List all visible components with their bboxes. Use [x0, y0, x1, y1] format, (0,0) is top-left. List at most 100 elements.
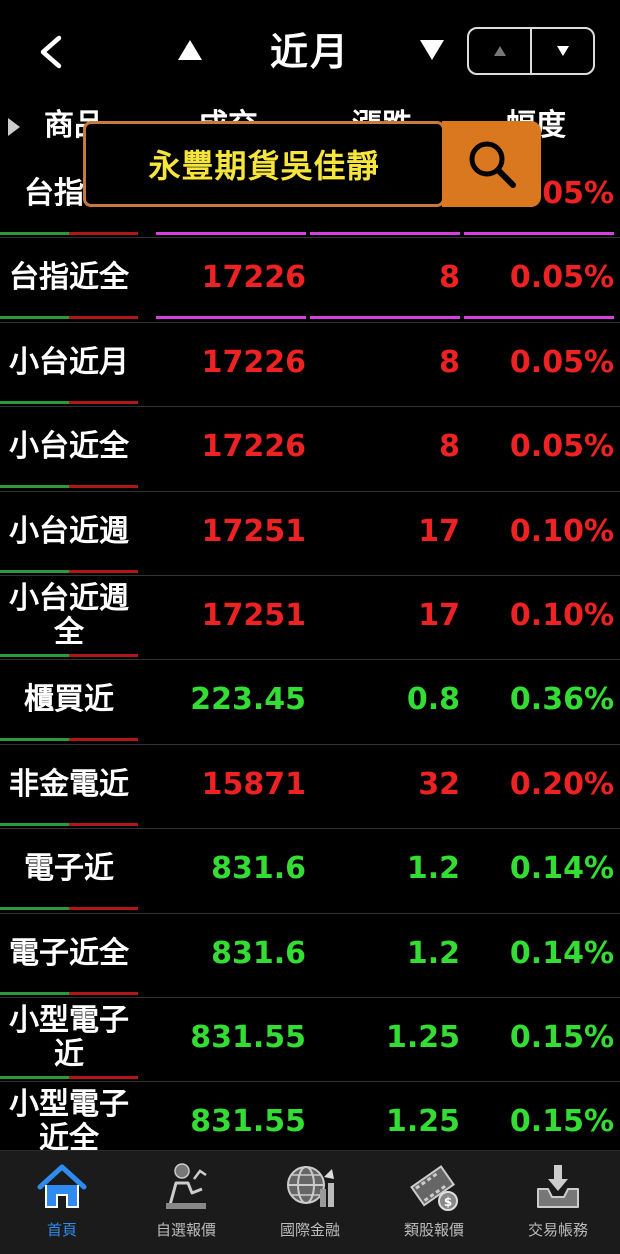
- table-row[interactable]: 小型電子近 831.55 1.25 0.15%: [0, 998, 620, 1083]
- tab-sector-quotes[interactable]: $ 類股報價: [372, 1151, 496, 1254]
- product-name: 小台近全: [9, 429, 129, 465]
- change-value: 0.8: [406, 682, 460, 718]
- change-value: 32: [418, 766, 460, 802]
- change-value: 1.2: [406, 935, 460, 971]
- tab-label-trading-account: 交易帳務: [527, 1221, 588, 1239]
- highlight-underline: [156, 232, 306, 235]
- sort-up-button[interactable]: [469, 29, 532, 73]
- price-value: 831.6: [211, 851, 306, 887]
- bottom-tab-bar: 首頁 自選報價 國際金融 $ 類股報價 交易帳務: [0, 1150, 620, 1254]
- tab-label-home: 首頁: [46, 1221, 77, 1239]
- product-name: 非金電近: [9, 766, 129, 802]
- percent-value: 0.36%: [509, 682, 614, 718]
- percent-value: 0.14%: [509, 851, 614, 887]
- sort-down-icon: [556, 46, 569, 56]
- table-row[interactable]: 電子近 831.6 1.2 0.14%: [0, 829, 620, 914]
- product-name: 櫃買近: [24, 682, 114, 718]
- svg-text:$: $: [444, 1195, 452, 1209]
- percent-value: 0.14%: [509, 935, 614, 971]
- product-name: 台指近全: [9, 260, 129, 296]
- highlight-underline: [464, 232, 614, 235]
- search-banner[interactable]: 永豐期貨吳佳靜: [83, 121, 541, 207]
- range-bar: [0, 400, 138, 404]
- price-value: 15871: [201, 766, 306, 802]
- dropdown-triangle-icon[interactable]: [418, 38, 446, 62]
- change-value: 17: [418, 513, 460, 549]
- price-value: 831.6: [211, 935, 306, 971]
- percent-value: 0.15%: [509, 1020, 614, 1055]
- price-value: 17251: [201, 513, 306, 549]
- globe-icon: [287, 1166, 334, 1207]
- table-row[interactable]: 非金電近 15871 32 0.20%: [0, 745, 620, 830]
- range-bar: [0, 232, 138, 235]
- highlight-underline: [156, 316, 306, 320]
- product-name: 小型電子近: [9, 1003, 129, 1072]
- chevron-left-icon: [40, 35, 62, 69]
- range-bar: [0, 1076, 138, 1079]
- banner-search-button[interactable]: [442, 121, 541, 207]
- sort-up-icon: [493, 46, 506, 56]
- banner-label-box[interactable]: 永豐期貨吳佳靜: [83, 121, 445, 207]
- highlight-underline: [464, 316, 614, 320]
- change-value: 1.25: [385, 1020, 460, 1055]
- tab-label-international: 國際金融: [279, 1221, 340, 1239]
- banner-text: 永豐期貨吳佳靜: [148, 147, 380, 185]
- sort-toggle: [467, 27, 595, 75]
- table-row[interactable]: 櫃買近 223.45 0.8 0.36%: [0, 660, 620, 745]
- range-bar: [0, 485, 138, 489]
- change-value: 8: [439, 344, 460, 380]
- page-title[interactable]: 近月: [250, 22, 370, 82]
- change-value: 1.2: [406, 851, 460, 887]
- table-row[interactable]: 小台近週全 17251 17 0.10%: [0, 576, 620, 661]
- price-value: 17226: [201, 344, 306, 380]
- tab-label-watchlist: 自選報價: [155, 1221, 216, 1239]
- highlight-underline: [310, 316, 460, 320]
- percent-value: 0.20%: [509, 766, 614, 802]
- price-value: 17226: [201, 260, 306, 296]
- product-name: 小台近週: [9, 513, 129, 549]
- product-name: 電子近全: [9, 935, 129, 971]
- change-value: 17: [418, 598, 460, 633]
- percent-value: 0.05%: [509, 429, 614, 465]
- product-name: 小台近週全: [9, 581, 129, 650]
- top-bar: 近月: [0, 0, 620, 104]
- percent-value: 0.10%: [509, 598, 614, 633]
- person-chart-icon: [166, 1163, 207, 1209]
- back-button[interactable]: [28, 22, 72, 82]
- table-row[interactable]: 小台近週 17251 17 0.10%: [0, 492, 620, 576]
- price-value: 831.55: [190, 1020, 306, 1055]
- range-bar: [0, 738, 138, 742]
- tab-home[interactable]: 首頁: [0, 1151, 124, 1254]
- change-value: 8: [439, 429, 460, 465]
- home-icon: [37, 1164, 87, 1208]
- table-row[interactable]: 小台近月 17226 8 0.05%: [0, 323, 620, 408]
- highlight-underline: [310, 232, 460, 235]
- price-value: 223.45: [190, 682, 306, 718]
- previous-triangle-icon[interactable]: [176, 38, 204, 62]
- tab-trading-account[interactable]: 交易帳務: [496, 1151, 620, 1254]
- expand-triangle-icon[interactable]: [6, 116, 22, 138]
- range-bar: [0, 654, 138, 657]
- inbox-download-icon: [537, 1165, 579, 1208]
- range-bar: [0, 569, 138, 573]
- percent-value: 0.10%: [509, 513, 614, 549]
- percent-value: 0.05%: [509, 260, 614, 296]
- tab-label-sector-quotes: 類股報價: [403, 1221, 464, 1239]
- sort-down-button[interactable]: [532, 29, 593, 73]
- tab-international[interactable]: 國際金融: [248, 1151, 372, 1254]
- price-value: 17251: [201, 598, 306, 633]
- table-row[interactable]: 台指近全 17226 8 0.05%: [0, 238, 620, 323]
- range-bar: [0, 822, 138, 826]
- range-bar: [0, 907, 138, 911]
- search-icon: [469, 141, 516, 188]
- change-value: 8: [439, 260, 460, 296]
- film-coin-icon: $: [410, 1165, 458, 1211]
- price-value: 17226: [201, 429, 306, 465]
- range-bar: [0, 991, 138, 995]
- tab-watchlist[interactable]: 自選報價: [124, 1151, 248, 1254]
- table-row[interactable]: 小台近全 17226 8 0.05%: [0, 407, 620, 492]
- table-row[interactable]: 電子近全 831.6 1.2 0.14%: [0, 914, 620, 998]
- product-name: 電子近: [24, 851, 114, 887]
- product-name: 小台近月: [9, 344, 129, 380]
- range-bar: [0, 316, 138, 320]
